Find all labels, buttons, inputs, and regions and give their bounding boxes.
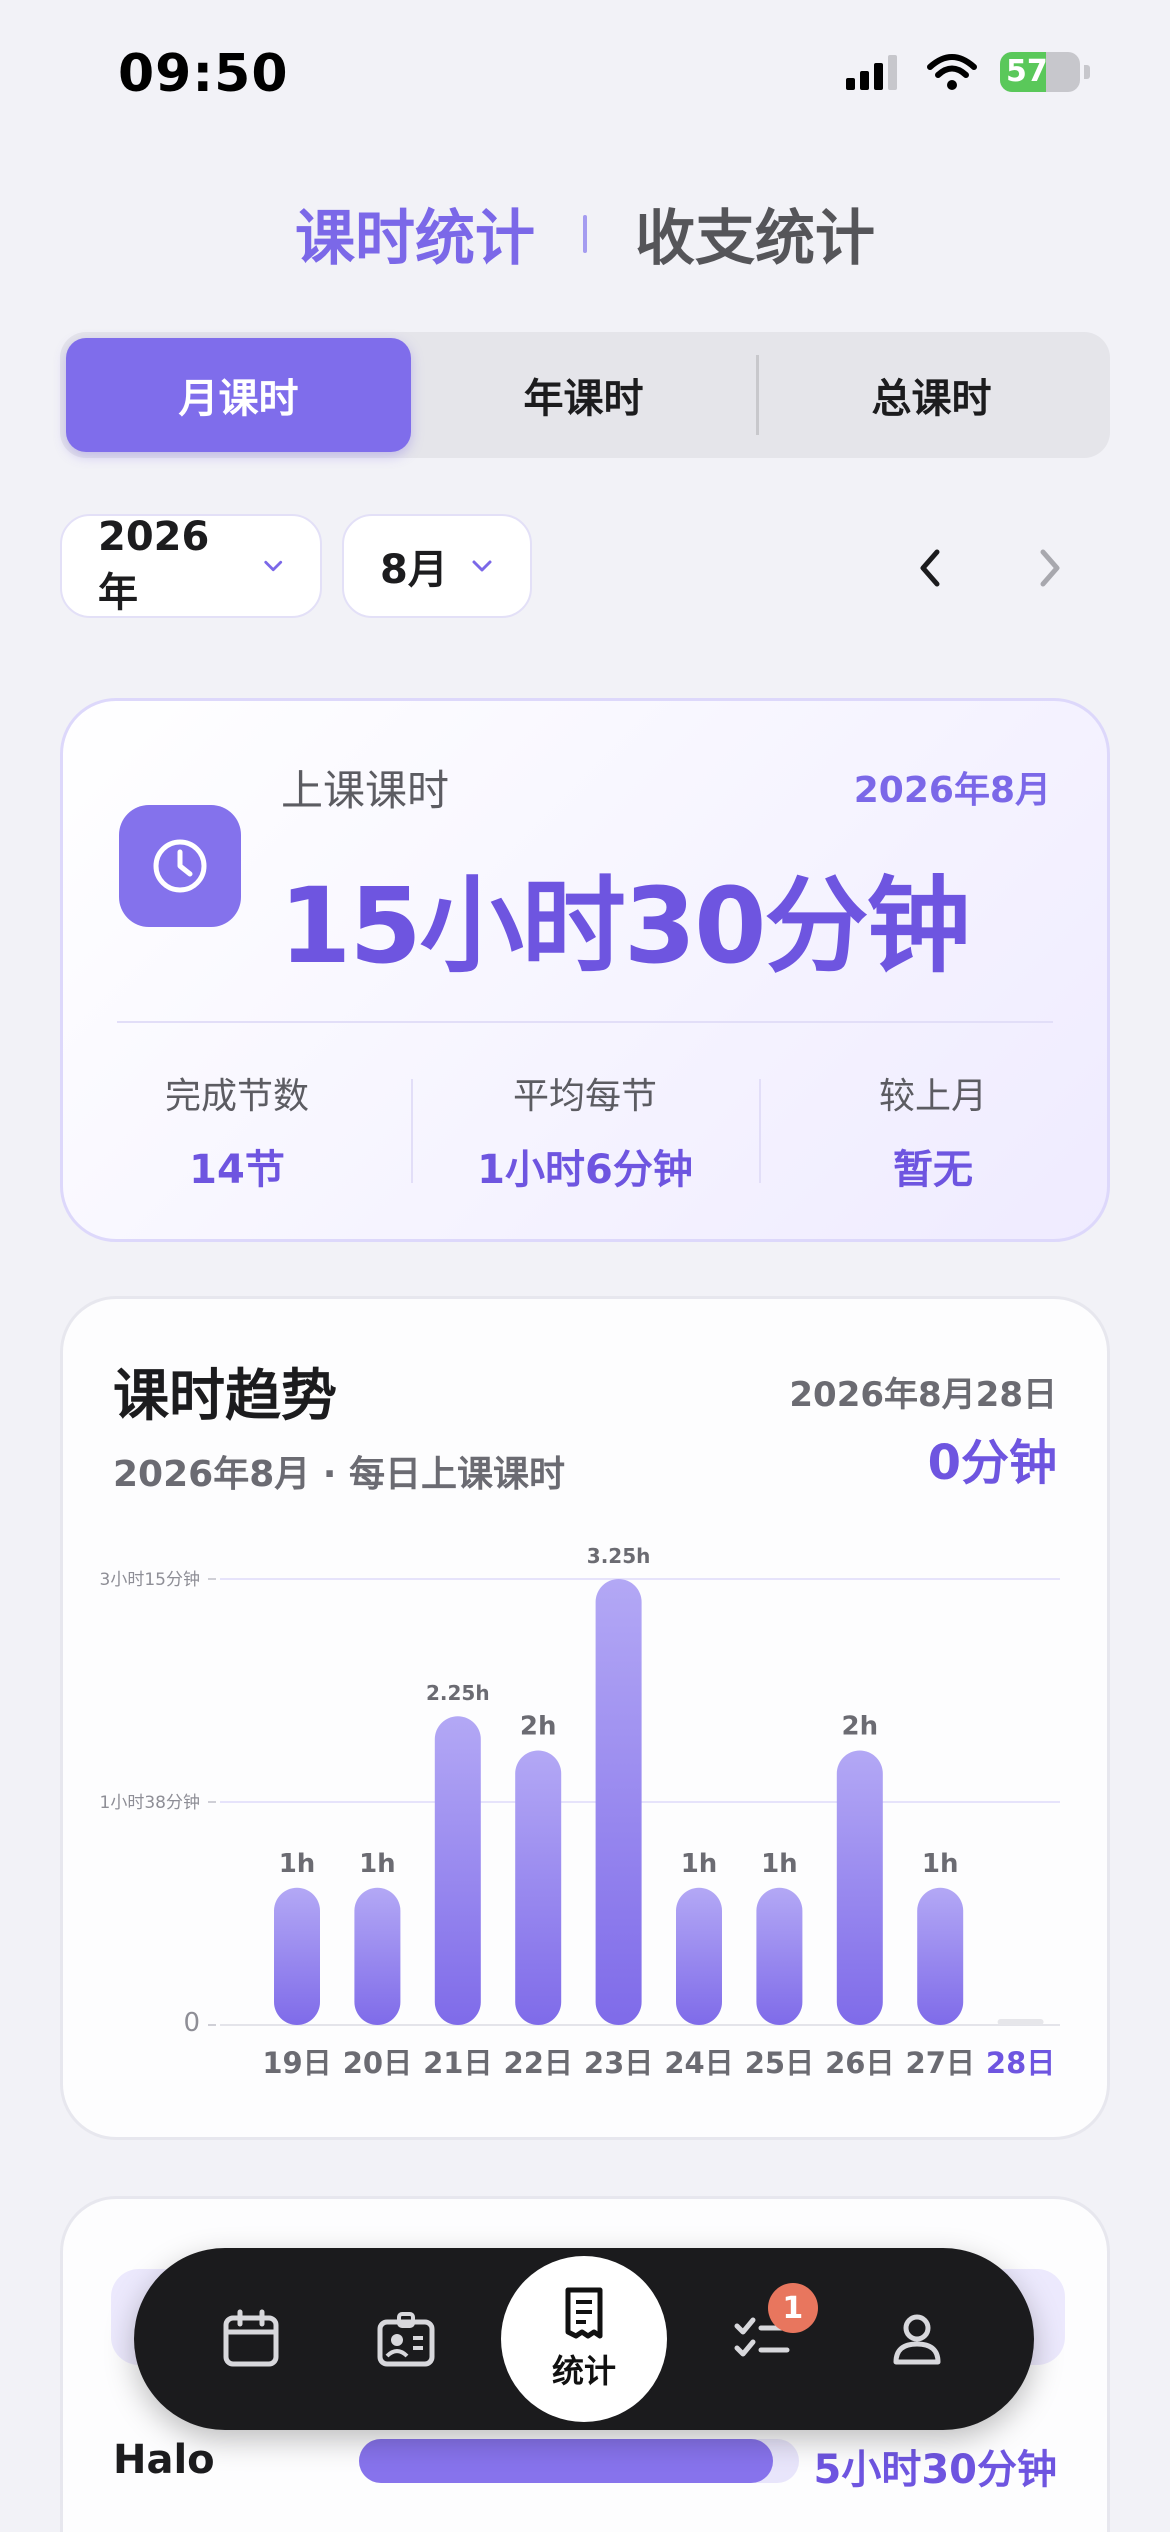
- segment-yearly[interactable]: 年课时: [411, 338, 756, 452]
- chart-bar: [836, 1750, 883, 2025]
- stat-average-per-lesson: 平均每节 1小时6分钟: [411, 1061, 759, 1195]
- chart-x-tick-label: 23日: [584, 2046, 653, 2080]
- chart-x-tick-label: 20日: [343, 2046, 412, 2080]
- chart-data-label: 2.25h: [426, 1681, 490, 1705]
- tab-profile[interactable]: [857, 2279, 977, 2399]
- tab-lesson-stats[interactable]: 课时统计: [295, 190, 535, 277]
- chart-x-tick-label: 25日: [745, 2046, 814, 2080]
- chart-bar: [676, 1887, 722, 2025]
- chevron-down-icon: [472, 560, 492, 572]
- summary-label: 上课课时: [281, 766, 450, 815]
- chevron-left-icon: [920, 549, 940, 587]
- stat-vs-last-month: 较上月 暂无: [759, 1061, 1107, 1195]
- stat-value: 14节: [189, 1147, 285, 1193]
- id-card-icon: [377, 2312, 435, 2367]
- chart-y-tick-label: 0: [183, 2008, 200, 2038]
- tab-statistics[interactable]: 统计: [500, 2256, 667, 2422]
- chart-bar: [917, 1887, 964, 2025]
- stat-value: 1小时6分钟: [477, 1147, 693, 1193]
- student-name: Halo: [113, 2437, 215, 2483]
- status-time: 09:50: [118, 44, 289, 104]
- chart-bar: [997, 2019, 1044, 2025]
- stat-completed-lessons: 完成节数 14节: [63, 1061, 411, 1195]
- chart-bar: [756, 1887, 803, 2025]
- top-tabs-divider: [583, 214, 587, 253]
- chart-bar: [434, 1716, 481, 2025]
- chart-x-tick-label: 24日: [664, 2046, 733, 2080]
- chart-bar: [595, 1579, 642, 2025]
- chart-bar: [274, 1887, 320, 2025]
- next-month-button[interactable]: [1022, 540, 1078, 596]
- battery-percent: 57: [1006, 54, 1048, 89]
- student-hours: 5小时30分钟: [813, 2447, 1058, 2493]
- summary-total-hours: 15小时30分钟: [279, 865, 970, 987]
- status-icons: 57: [844, 52, 1090, 92]
- trend-bar-chart: 0 1小时38分钟 3小时15分钟 1h 19日 1h 20日 2.25h 21日 2h 22日 3.…: [100, 1544, 1060, 2080]
- battery-tip: [1084, 65, 1090, 79]
- summary-card: 上课课时 2026年8月 15小时30分钟 完成节数 14节 平均每节 1小时6…: [60, 698, 1110, 1242]
- previous-month-button[interactable]: [902, 540, 958, 596]
- battery-icon: 57: [1000, 52, 1080, 92]
- chart-x-tick-label: 22日: [504, 2046, 573, 2080]
- tab-statistics-label: 统计: [551, 2352, 616, 2390]
- period-segmented-control: 月课时 年课时 总课时: [60, 332, 1110, 458]
- chart-x-tick-label: 27日: [906, 2046, 975, 2080]
- tab-calendar[interactable]: [191, 2279, 311, 2399]
- chart-y-tick-label: 3小时15分钟: [100, 1570, 200, 1590]
- month-picker-label: 8月: [380, 547, 448, 593]
- year-picker-label: 2026年: [98, 514, 210, 616]
- student-hours-bar-fill: [359, 2439, 773, 2483]
- chart-data-label: 2h: [841, 1712, 878, 1742]
- chart-x-tick-label: 19日: [262, 2046, 331, 2080]
- person-icon: [893, 2314, 941, 2365]
- chart-data-label: 1h: [761, 1849, 798, 1879]
- chart-y-tick-label: 1小时38分钟: [100, 1793, 200, 1813]
- chart-x-tick-label: 26日: [825, 2046, 894, 2080]
- signal-icon: [846, 55, 897, 90]
- status-bar: 09:50 57: [0, 0, 1170, 150]
- student-hours-bar: [359, 2439, 799, 2483]
- top-tabs: 课时统计 收支统计: [0, 190, 1170, 277]
- tab-students[interactable]: [346, 2279, 466, 2399]
- segment-total[interactable]: 总课时: [759, 338, 1104, 452]
- chart-data-label: 1h: [681, 1849, 718, 1879]
- chart-x-tick-label: 21日: [423, 2046, 492, 2080]
- summary-date: 2026年8月: [853, 770, 1051, 811]
- stat-label: 完成节数: [164, 1076, 309, 1117]
- month-picker[interactable]: 8月: [342, 514, 532, 618]
- chart-data-label: 2h: [520, 1712, 557, 1742]
- tasks-badge: 1: [767, 2283, 818, 2333]
- stat-label: 较上月: [878, 1076, 987, 1117]
- chart-bar: [354, 1887, 401, 2025]
- chevron-down-icon: [263, 560, 282, 572]
- trend-card: 课时趋势 2026年8月 · 每日上课课时 2026年8月28日 0分钟 0 1小…: [60, 1296, 1110, 2140]
- chart-data-label: 3.25h: [587, 1544, 651, 1568]
- calendar-icon: [223, 2309, 279, 2367]
- segment-monthly[interactable]: 月课时: [66, 338, 411, 452]
- clock-icon: [119, 805, 241, 927]
- summary-divider: [117, 1021, 1053, 1023]
- chart-x-tick-label: 28日: [986, 2046, 1055, 2080]
- chart-data-label: 1h: [922, 1849, 959, 1879]
- year-picker[interactable]: 2026年: [60, 514, 322, 618]
- summary-stats: 完成节数 14节 平均每节 1小时6分钟 较上月 暂无: [63, 1061, 1107, 1195]
- chart-data-label: 1h: [359, 1849, 396, 1879]
- receipt-icon: [565, 2287, 603, 2339]
- tab-income-stats[interactable]: 收支统计: [635, 190, 875, 277]
- chart-data-label: 1h: [279, 1849, 316, 1879]
- bottom-tab-bar: 统计 1: [134, 2248, 1034, 2430]
- stat-label: 平均每节: [512, 1076, 657, 1117]
- tab-tasks[interactable]: 1: [702, 2279, 822, 2399]
- chart-bar: [515, 1750, 562, 2025]
- stat-value: 暂无: [893, 1147, 973, 1193]
- chevron-right-icon: [1040, 549, 1060, 587]
- wifi-icon: [927, 54, 977, 90]
